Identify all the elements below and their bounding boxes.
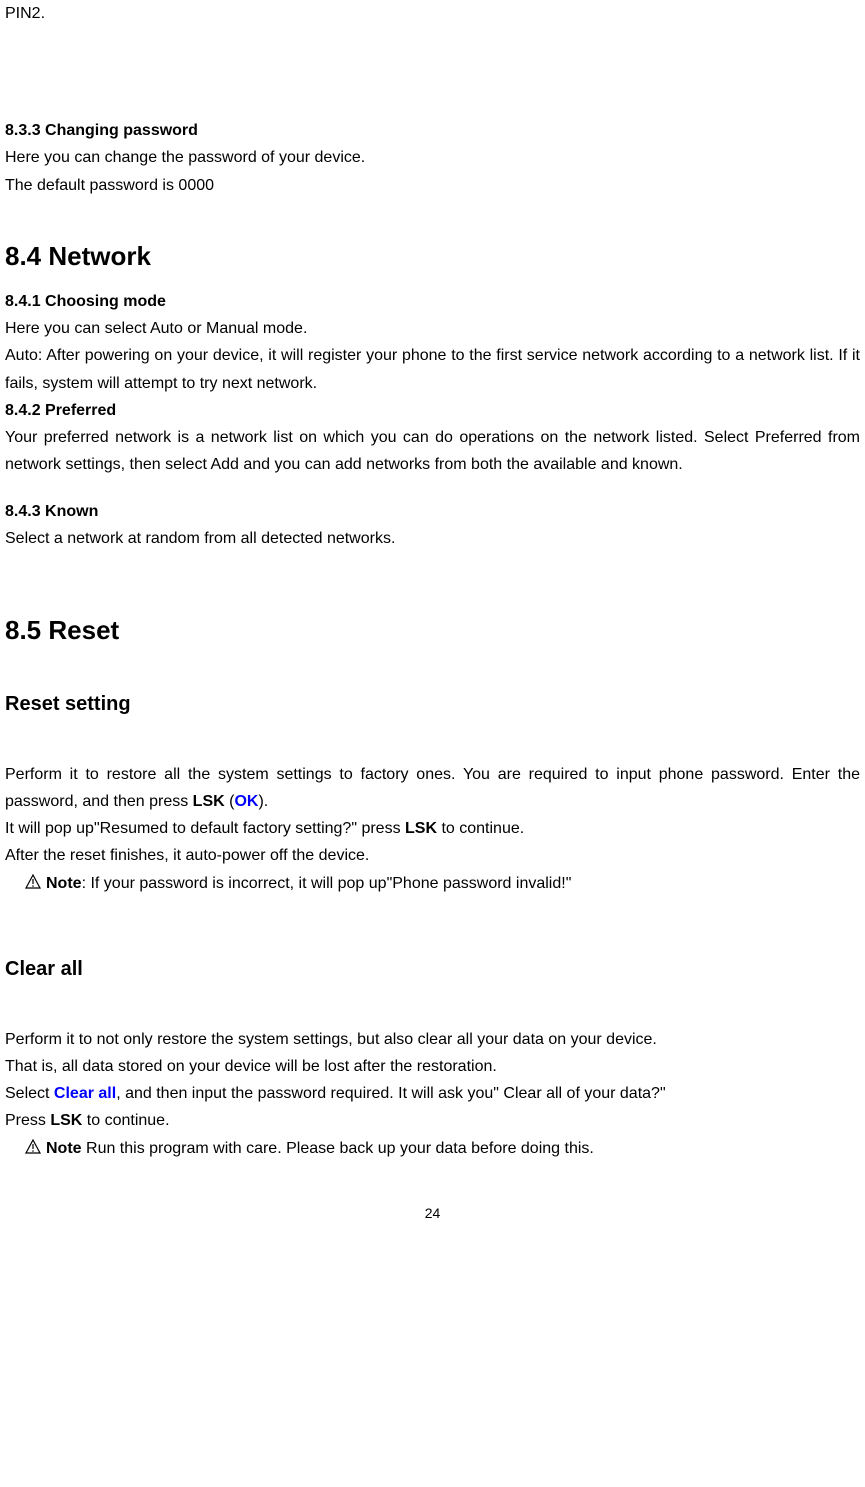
heading-8-4-1: 8.4.1 Choosing mode bbox=[5, 288, 860, 315]
heading-8-3-3: 8.3.3 Changing password bbox=[5, 117, 860, 144]
text-line: Press LSK to continue. bbox=[5, 1107, 860, 1134]
text-paragraph: Perform it to restore all the system set… bbox=[5, 761, 860, 815]
text-line: Select Clear all, and then input the pas… bbox=[5, 1080, 860, 1107]
text-line: That is, all data stored on your device … bbox=[5, 1053, 860, 1080]
top-fragment: PIN2. bbox=[5, 0, 860, 27]
heading-clear-all: Clear all bbox=[5, 952, 860, 986]
text-line: Perform it to not only restore the syste… bbox=[5, 1026, 860, 1053]
text-line: The default password is 0000 bbox=[5, 172, 860, 199]
heading-8-4-3: 8.4.3 Known bbox=[5, 498, 860, 525]
heading-8-4-2: 8.4.2 Preferred bbox=[5, 397, 860, 424]
text-paragraph: Auto: After powering on your device, it … bbox=[5, 342, 860, 396]
heading-8-5: 8.5 Reset bbox=[5, 608, 860, 652]
page-number: 24 bbox=[5, 1202, 860, 1226]
note-row: Note: If your password is incorrect, it … bbox=[5, 870, 860, 897]
note-text: Note Run this program with care. Please … bbox=[46, 1135, 594, 1162]
text-line: It will pop up"Resumed to default factor… bbox=[5, 815, 860, 842]
heading-reset-setting: Reset setting bbox=[5, 687, 860, 721]
note-text: Note: If your password is incorrect, it … bbox=[46, 870, 571, 897]
text-line: Here you can change the password of your… bbox=[5, 144, 860, 171]
text-line: Here you can select Auto or Manual mode. bbox=[5, 315, 860, 342]
text-paragraph: Your preferred network is a network list… bbox=[5, 424, 860, 478]
warning-icon bbox=[25, 874, 41, 890]
note-row: Note Run this program with care. Please … bbox=[5, 1135, 860, 1162]
heading-8-4: 8.4 Network bbox=[5, 234, 860, 278]
text-line: Select a network at random from all dete… bbox=[5, 525, 860, 552]
warning-icon bbox=[25, 1139, 41, 1155]
text-line: After the reset finishes, it auto-power … bbox=[5, 842, 860, 869]
